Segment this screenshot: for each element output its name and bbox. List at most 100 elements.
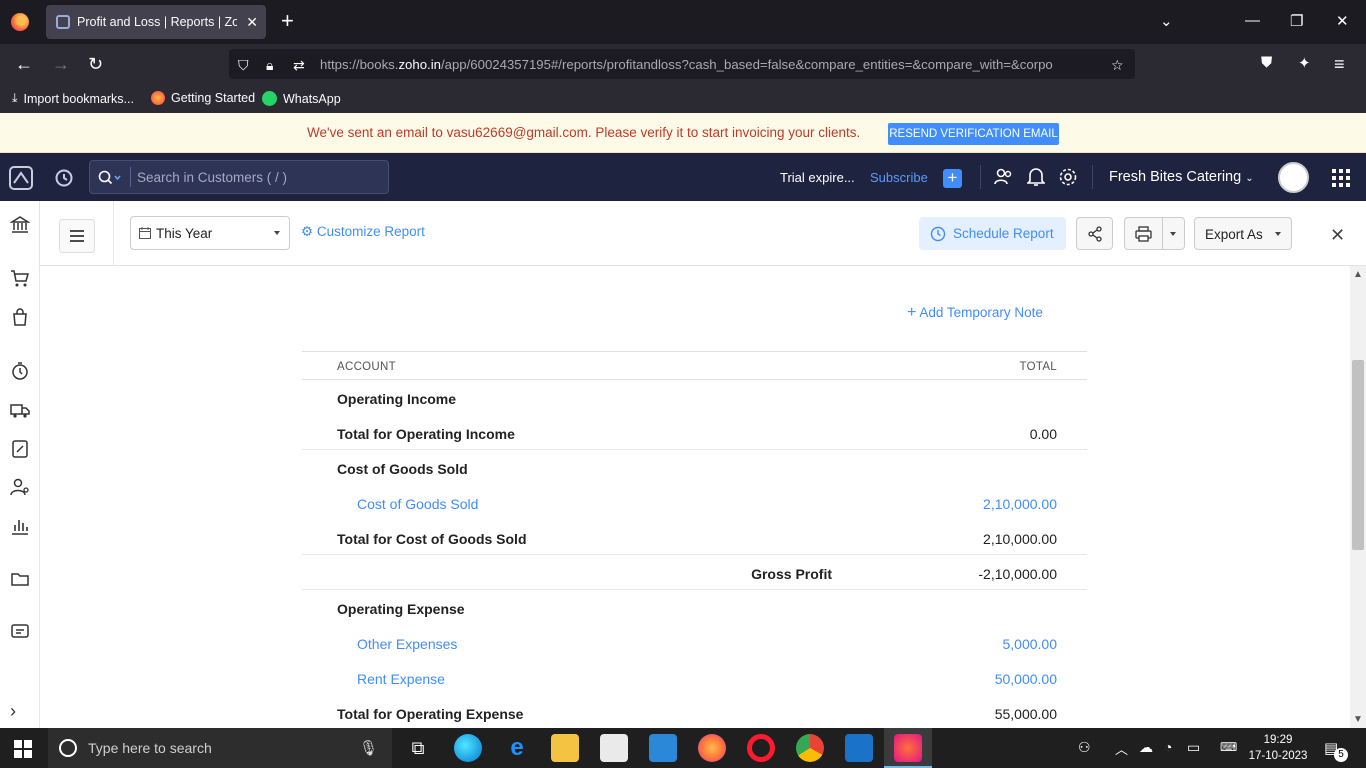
account-link[interactable]: Other Expenses [357, 636, 457, 652]
active-app-icon[interactable] [894, 734, 922, 762]
bookmark-getting-started[interactable]: Getting Started [151, 91, 255, 105]
task-view-icon[interactable]: ⧉ [404, 734, 432, 762]
restore-icon[interactable]: ❐ [1290, 12, 1303, 30]
onedrive-cloud-icon[interactable]: ☁︎ [1139, 739, 1153, 756]
print-dropdown-caret-icon[interactable] [1170, 232, 1176, 236]
hamburger-menu-icon[interactable]: ≡ [1334, 54, 1345, 75]
export-as-dropdown[interactable]: Export As [1194, 217, 1292, 250]
windows-start-icon[interactable] [14, 740, 32, 758]
bookmark-import[interactable]: ⤓ Import bookmarks... [12, 91, 134, 106]
report-menu-button[interactable] [59, 219, 95, 253]
bookmarks-toolbar: ⤓ Import bookmarks... Getting Started Wh… [0, 86, 1366, 113]
url-text[interactable]: https://books.zoho.in/app/60024357195#/r… [320, 57, 1100, 72]
recent-activity-icon[interactable] [54, 168, 74, 188]
left-sidebar: › [0, 201, 40, 728]
add-temporary-note-link[interactable]: + Add Temporary Note [907, 304, 1043, 322]
tab-close-icon[interactable]: ✕ [246, 14, 258, 31]
scrollbar-thumb[interactable] [1352, 360, 1364, 550]
back-icon[interactable]: ← [15, 54, 33, 75]
account-row-cost-of-goods-sold[interactable]: Cost of Goods Sold 2,10,000.00 [302, 485, 1087, 520]
customize-report-link[interactable]: ⚙︎ Customize Report [301, 224, 425, 240]
banking-icon[interactable] [9, 215, 31, 235]
resend-verification-button[interactable]: RESEND VERIFICATION EMAIL [888, 123, 1059, 145]
firefox-taskbar-icon[interactable] [698, 734, 726, 762]
people-icon[interactable]: ⚇ [1078, 739, 1091, 756]
bookmark-star-icon[interactable]: ☆ [1111, 57, 1124, 74]
input-language-icon[interactable]: ⌨︎ [1220, 740, 1237, 754]
organization-switcher[interactable]: Fresh Bites Catering ⌄ [1109, 169, 1254, 185]
active-app-slot[interactable] [884, 728, 932, 768]
app-grid-icon[interactable] [1332, 169, 1350, 187]
search-bar[interactable]: Search in Customers ( / ) [89, 160, 389, 194]
microphone-icon[interactable]: 🎙︎ [359, 739, 378, 757]
wifi-icon[interactable]: ◔ [1164, 739, 1172, 755]
refer-users-icon[interactable] [994, 168, 1014, 186]
avatar[interactable] [1278, 162, 1309, 193]
opera-icon[interactable] [747, 734, 775, 762]
accountant-icon[interactable] [10, 477, 30, 497]
system-clock[interactable]: 19:29 17-10-2023 [1246, 732, 1310, 764]
firefox-menu-icon[interactable] [11, 13, 29, 31]
account-link[interactable]: Cost of Goods Sold [357, 496, 478, 512]
tracking-shield-icon[interactable]: ⛉ [238, 57, 249, 74]
account-row-rent-expense[interactable]: Rent Expense 50,000.00 [302, 660, 1087, 695]
address-bar[interactable]: ⛉ 🔒︎ ⇄ https://books.zoho.in/app/6002435… [229, 49, 1135, 79]
minimize-icon[interactable]: — [1245, 12, 1260, 29]
documents-folder-icon[interactable] [10, 569, 30, 589]
section-operating-expense: Operating Expense [337, 601, 465, 617]
schedule-report-button[interactable]: Schedule Report [919, 217, 1066, 250]
gst-filing-icon[interactable] [10, 439, 30, 459]
date-range-dropdown[interactable]: This Year [130, 216, 290, 250]
search-icon[interactable] [98, 170, 122, 186]
close-report-icon[interactable]: ✕ [1330, 225, 1345, 246]
new-tab-icon[interactable]: + [281, 10, 294, 32]
config-icon[interactable] [10, 621, 30, 641]
windows-taskbar: Type here to search 🎙︎ ⧉ e ⚇ ︿ ☁︎ ◔ ▭ ⌨︎… [0, 728, 1366, 768]
scroll-down-icon[interactable]: ▼ [1353, 714, 1363, 725]
table-header: ACCOUNT TOTAL [302, 351, 1087, 380]
pocket-icon[interactable]: ⛊ [1261, 54, 1272, 71]
extensions-icon[interactable]: ✦ [1298, 54, 1311, 72]
expand-sidebar-icon[interactable]: › [10, 701, 30, 721]
print-button[interactable] [1124, 217, 1185, 250]
zoho-books-logo-icon[interactable] [8, 165, 34, 191]
window-close-icon[interactable]: ✕ [1336, 12, 1349, 30]
sales-cart-icon[interactable] [10, 268, 30, 288]
show-hidden-icons-chevron[interactable]: ︿ [1115, 739, 1128, 758]
account-link[interactable]: Rent Expense [357, 671, 445, 687]
file-explorer-icon[interactable] [551, 734, 579, 762]
permissions-icon[interactable]: ⇄ [293, 57, 305, 74]
reload-icon[interactable]: ↻ [88, 54, 103, 75]
time-tracking-icon[interactable] [10, 361, 30, 381]
bookmark-whatsapp[interactable]: WhatsApp [262, 91, 341, 106]
account-row-other-expenses[interactable]: Other Expenses 5,000.00 [302, 625, 1087, 660]
edge-icon[interactable] [454, 734, 482, 762]
quick-create-button[interactable]: + [943, 169, 962, 188]
chrome-icon[interactable] [796, 734, 824, 762]
scroll-up-icon[interactable]: ▲ [1353, 269, 1363, 280]
notification-count-badge: 5 [1334, 748, 1348, 762]
battery-icon[interactable]: ▭ [1187, 739, 1200, 756]
eway-bills-truck-icon[interactable] [10, 400, 30, 420]
amount-link[interactable]: 5,000.00 [1003, 636, 1058, 652]
list-all-tabs-icon[interactable]: ⌄ [1160, 12, 1173, 30]
microsoft-store-icon[interactable] [600, 734, 628, 762]
browser-tab-active[interactable]: Profit and Loss | Reports | Zoho ✕ [46, 5, 266, 39]
share-button[interactable] [1076, 217, 1113, 250]
photos-icon[interactable] [845, 734, 873, 762]
subscribe-link[interactable]: Subscribe [870, 170, 928, 185]
amount-link[interactable]: 2,10,000.00 [983, 496, 1057, 512]
amount-link[interactable]: 50,000.00 [995, 671, 1057, 687]
mail-icon[interactable] [649, 734, 677, 762]
lock-icon[interactable]: 🔒︎ [266, 57, 273, 74]
cortana-circle-icon [59, 739, 77, 757]
notifications-bell-icon[interactable] [1027, 167, 1045, 187]
purchases-bag-icon[interactable] [10, 307, 30, 327]
reports-chart-icon[interactable] [10, 516, 30, 536]
forward-icon[interactable]: → [52, 54, 70, 75]
settings-gear-icon[interactable] [1058, 167, 1078, 187]
search-input[interactable]: Search in Customers ( / ) [137, 170, 287, 185]
taskbar-search[interactable]: Type here to search 🎙︎ [48, 728, 392, 768]
internet-explorer-icon[interactable]: e [503, 734, 531, 762]
report-scrollbar[interactable]: ▲ ▼ [1350, 266, 1366, 728]
